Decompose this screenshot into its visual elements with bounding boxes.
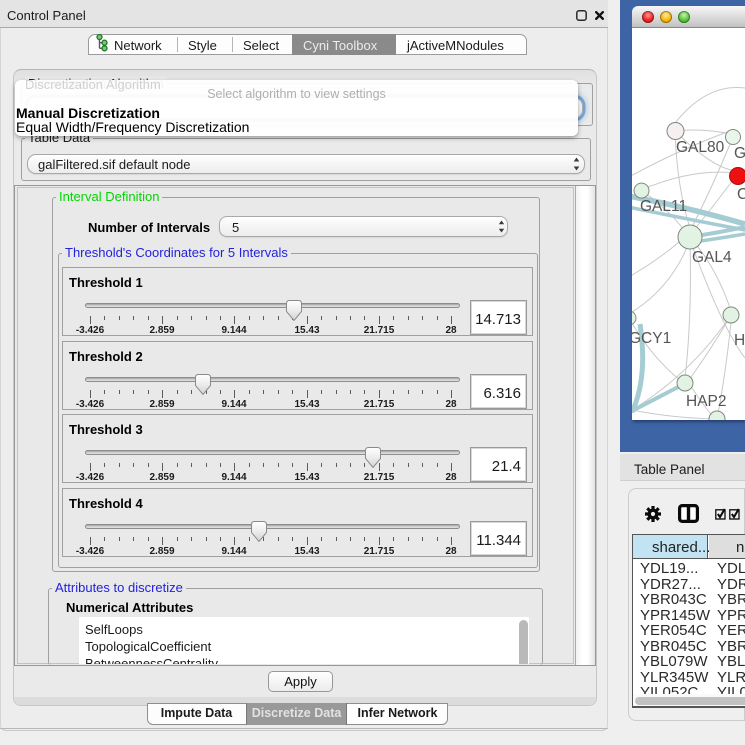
svg-text:GA: GA [734,145,745,162]
svg-text:GAL11: GAL11 [640,198,687,215]
svg-text:GAL80: GAL80 [676,139,725,156]
svg-text:GCY1: GCY1 [632,330,671,347]
svg-text:H: H [734,332,745,349]
svg-text:HAP2: HAP2 [686,393,727,410]
svg-text:GAL4: GAL4 [692,249,732,266]
svg-text:C: C [737,186,745,203]
